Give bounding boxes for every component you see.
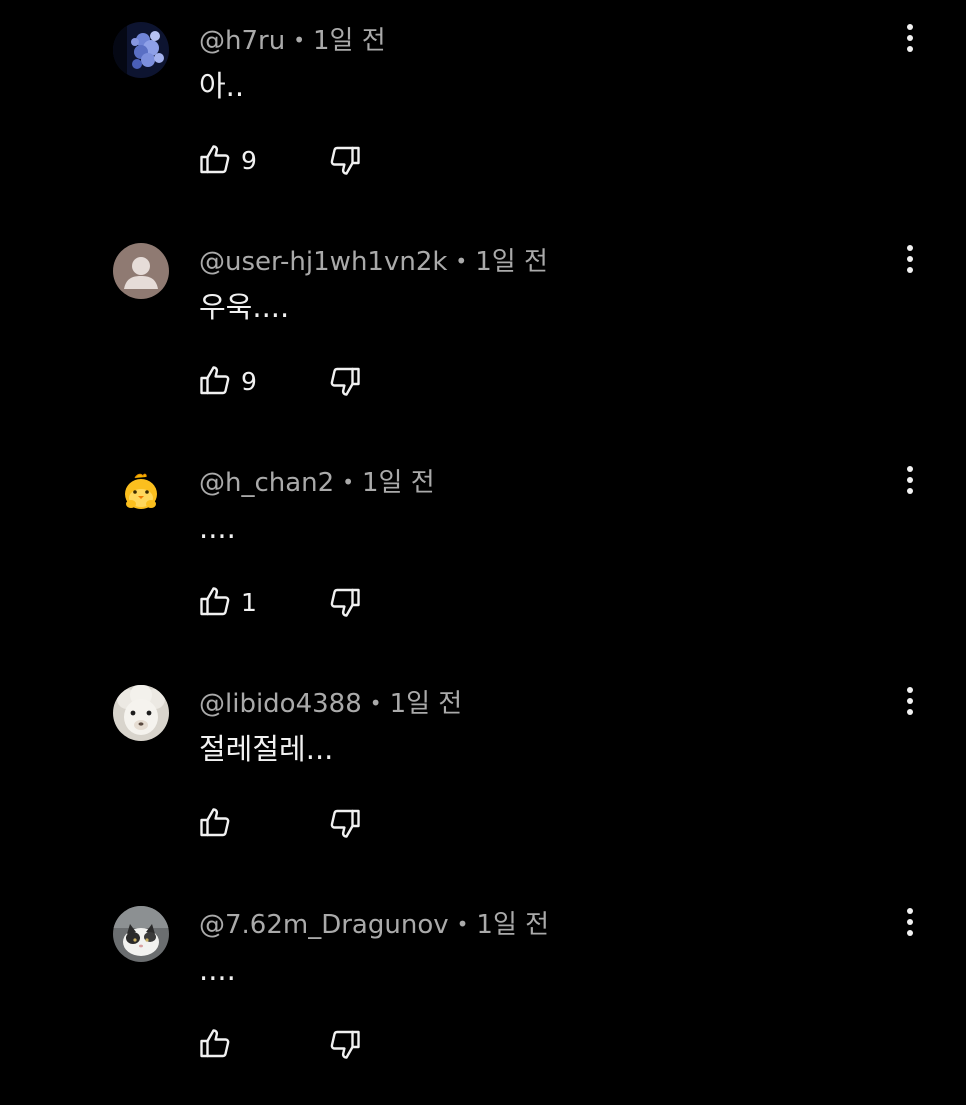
- more-vertical-icon: [905, 686, 915, 716]
- thumbs-up-icon: [197, 805, 233, 841]
- more-options-button[interactable]: [895, 898, 925, 946]
- author-name[interactable]: @h_chan2: [199, 468, 334, 498]
- separator: •: [456, 912, 469, 936]
- comment-item: @7.62m_Dragunov • 1일 전 ....: [0, 884, 966, 1105]
- comment-item: @libido4388 • 1일 전 절레절레...: [0, 663, 966, 884]
- avatar[interactable]: [113, 243, 169, 299]
- blue-flowers-photo-avatar: [113, 22, 169, 78]
- separator: •: [293, 28, 305, 52]
- thumbs-down-icon: [327, 363, 363, 399]
- thumbs-down-icon: [327, 805, 363, 841]
- thumbs-down-icon: [327, 142, 363, 178]
- thumbs-up-icon: [197, 142, 233, 178]
- dislike-button[interactable]: [327, 359, 363, 403]
- like-count: 9: [241, 366, 257, 396]
- thumbs-down-icon: [327, 584, 363, 620]
- like-button[interactable]: 1: [197, 580, 257, 624]
- comment-meta: @user-hj1wh1vn2k • 1일 전: [199, 243, 548, 279]
- dislike-button[interactable]: [327, 1022, 363, 1066]
- more-options-button[interactable]: [895, 677, 925, 725]
- separator: •: [369, 691, 382, 715]
- comment-meta: @libido4388 • 1일 전: [199, 685, 462, 721]
- author-name[interactable]: @user-hj1wh1vn2k: [199, 247, 447, 277]
- like-count: 9: [241, 145, 257, 175]
- like-button[interactable]: [197, 1022, 241, 1066]
- dislike-button[interactable]: [327, 580, 363, 624]
- more-vertical-icon: [905, 244, 915, 274]
- like-button[interactable]: 9: [197, 359, 257, 403]
- yellow-chick-character-avatar: [113, 464, 169, 520]
- comment-text: ....: [199, 511, 236, 545]
- comment-meta: @h7ru • 1일 전: [199, 22, 386, 58]
- cat-photo-avatar: [113, 906, 169, 962]
- comment-item: @user-hj1wh1vn2k • 1일 전 우욱.... 9: [0, 221, 966, 442]
- more-options-button[interactable]: [895, 456, 925, 504]
- author-name[interactable]: @h7ru: [199, 26, 285, 56]
- comment-time: 1일 전: [389, 689, 463, 719]
- like-count: 1: [241, 587, 257, 617]
- comment-time: 1일 전: [476, 910, 550, 940]
- comment-time: 1일 전: [475, 247, 548, 277]
- thumbs-up-icon: [197, 363, 233, 399]
- alpaca-photo-avatar: [113, 685, 169, 741]
- comment-text: ....: [199, 953, 236, 987]
- dislike-button[interactable]: [327, 801, 363, 845]
- avatar[interactable]: [113, 464, 169, 520]
- more-vertical-icon: [905, 23, 915, 53]
- comment-item: @h_chan2 • 1일 전 .... 1: [0, 442, 966, 663]
- comment-time: 1일 전: [313, 26, 386, 56]
- more-options-button[interactable]: [895, 235, 925, 283]
- author-name[interactable]: @7.62m_Dragunov: [199, 910, 449, 940]
- avatar[interactable]: [113, 906, 169, 962]
- avatar[interactable]: [113, 22, 169, 78]
- comment-text: 아..: [199, 69, 245, 103]
- more-options-button[interactable]: [895, 14, 925, 62]
- separator: •: [342, 470, 355, 494]
- comment-text: 절레절레...: [199, 732, 334, 766]
- thumbs-up-icon: [197, 1026, 233, 1062]
- default-person-avatar: [113, 243, 169, 299]
- comment-meta: @h_chan2 • 1일 전: [199, 464, 435, 500]
- comment-time: 1일 전: [362, 468, 435, 498]
- separator: •: [455, 249, 468, 273]
- thumbs-down-icon: [327, 1026, 363, 1062]
- comment-item: @h7ru • 1일 전 아.. 9: [0, 0, 966, 221]
- dislike-button[interactable]: [327, 138, 363, 182]
- more-vertical-icon: [905, 907, 915, 937]
- author-name[interactable]: @libido4388: [199, 689, 362, 719]
- like-button[interactable]: 9: [197, 138, 257, 182]
- comment-text: 우욱....: [199, 290, 290, 324]
- thumbs-up-icon: [197, 584, 233, 620]
- comment-meta: @7.62m_Dragunov • 1일 전: [199, 906, 549, 942]
- more-vertical-icon: [905, 465, 915, 495]
- like-button[interactable]: [197, 801, 241, 845]
- avatar[interactable]: [113, 685, 169, 741]
